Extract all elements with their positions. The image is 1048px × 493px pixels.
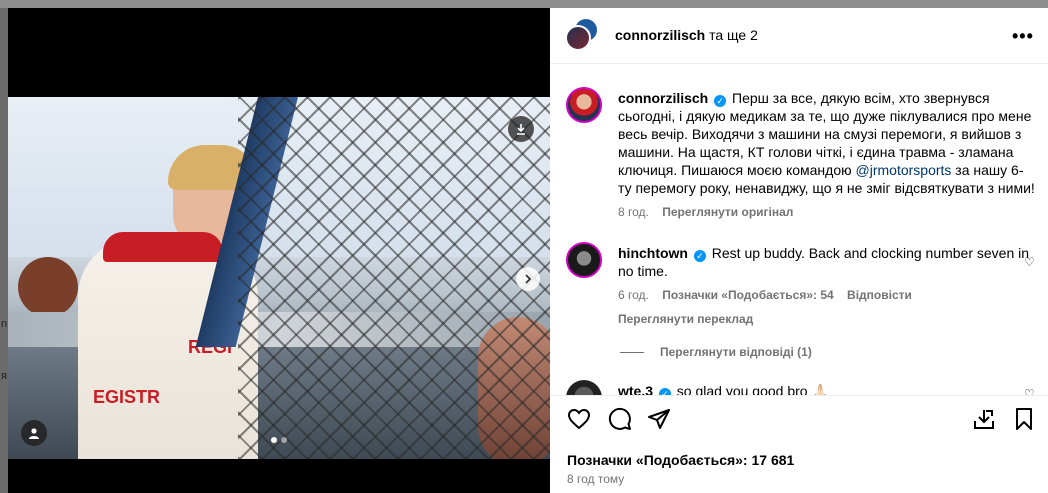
photo-tree <box>18 257 78 317</box>
action-bar: Позначки «Подобається»: 17 681 8 год том… <box>550 395 1048 493</box>
replies-line <box>620 351 644 353</box>
comment-likes[interactable]: Позначки «Подобається»: 54 <box>662 288 833 302</box>
caption-body: connorzilisch ✓ Перш за все, дякую всім,… <box>618 89 1036 221</box>
paper-plane-icon <box>648 409 670 429</box>
post-panel: connorzilisch та ще 2 ••• connorzilisch … <box>550 8 1048 493</box>
user-icon <box>29 428 39 439</box>
comment-username[interactable]: wte.3 <box>618 383 653 395</box>
comment-time: 6 год. <box>618 288 649 302</box>
background-overlay-left: n я <box>0 8 8 493</box>
download-button[interactable] <box>508 116 534 142</box>
like-icon[interactable] <box>566 406 592 432</box>
see-original-link[interactable]: Переглянути оригінал <box>662 205 793 219</box>
carousel-dots <box>271 437 287 443</box>
caption-meta: 8 год. Переглянути оригінал <box>618 203 1036 221</box>
comment-body: wte.3 ✓ so glad you good bro 🙏🏻 <box>618 382 1036 395</box>
comment-meta: 6 год. Позначки «Подобається»: 54 Відпов… <box>618 286 1036 304</box>
header-avatar[interactable] <box>565 19 599 53</box>
caption-mention[interactable]: @jrmotorsports <box>856 162 952 178</box>
save-to-collection-icon[interactable] <box>971 406 997 432</box>
verified-icon: ✓ <box>714 95 727 107</box>
avatar[interactable] <box>566 87 602 123</box>
share-icon[interactable] <box>646 406 672 432</box>
next-photo-button[interactable] <box>516 267 540 291</box>
view-replies[interactable]: Переглянути відповіді (1) <box>620 345 812 359</box>
verified-icon: ✓ <box>693 250 706 262</box>
photo-suit-collar <box>103 232 223 262</box>
carousel-dot-active <box>271 437 277 443</box>
header-title: connorzilisch та ще 2 <box>615 27 758 43</box>
bookmark-shape-icon <box>1016 408 1032 430</box>
chevron-right-icon <box>525 274 532 284</box>
avatar[interactable] <box>566 380 602 395</box>
heart-icon <box>567 408 591 430</box>
post-header: connorzilisch та ще 2 ••• <box>550 8 1048 64</box>
speech-bubble-icon <box>608 407 631 430</box>
avatar-primary <box>565 25 591 51</box>
photo-suit-text: EGISTR <box>93 387 161 407</box>
caption-time: 8 год. <box>618 205 649 219</box>
background-char: я <box>1 370 7 382</box>
reply-button[interactable]: Відповісти <box>847 288 912 302</box>
see-translation-link[interactable]: Переглянути переклад <box>618 310 1036 328</box>
comment-body: hinchtown ✓ Rest up buddy. Back and cloc… <box>618 244 1036 328</box>
caption-username[interactable]: connorzilisch <box>618 90 708 106</box>
comment-like-icon[interactable]: ♡ <box>1024 255 1035 269</box>
post-time[interactable]: 8 год тому <box>567 472 624 486</box>
background-char: n <box>1 318 8 330</box>
post-media: REGI EGISTR <box>8 8 550 493</box>
comments-list[interactable]: connorzilisch ✓ Перш за все, дякую всім,… <box>550 65 1048 395</box>
comment-icon[interactable] <box>607 406 633 432</box>
more-options-icon[interactable]: ••• <box>1012 26 1034 47</box>
download-icon <box>517 124 525 135</box>
view-replies-label[interactable]: Переглянути відповіді (1) <box>660 345 812 359</box>
likes-count[interactable]: Позначки «Подобається»: 17 681 <box>567 452 794 468</box>
post-photo[interactable]: REGI EGISTR <box>8 97 550 459</box>
download-tray-icon <box>974 410 994 429</box>
comment-like-icon[interactable]: ♡ <box>1024 387 1035 395</box>
verified-icon: ✓ <box>658 388 671 395</box>
header-others[interactable]: та ще 2 <box>709 27 758 43</box>
header-username[interactable]: connorzilisch <box>615 27 705 43</box>
avatar[interactable] <box>566 242 602 278</box>
background-overlay-top <box>0 0 1048 8</box>
photo-fence <box>238 97 550 459</box>
tagged-users-button[interactable] <box>21 420 47 446</box>
comment-username[interactable]: hinchtown <box>618 245 688 261</box>
carousel-dot <box>281 437 287 443</box>
comment-text: so glad you good bro 🙏🏻 <box>676 383 829 395</box>
bookmark-icon[interactable] <box>1011 406 1037 432</box>
